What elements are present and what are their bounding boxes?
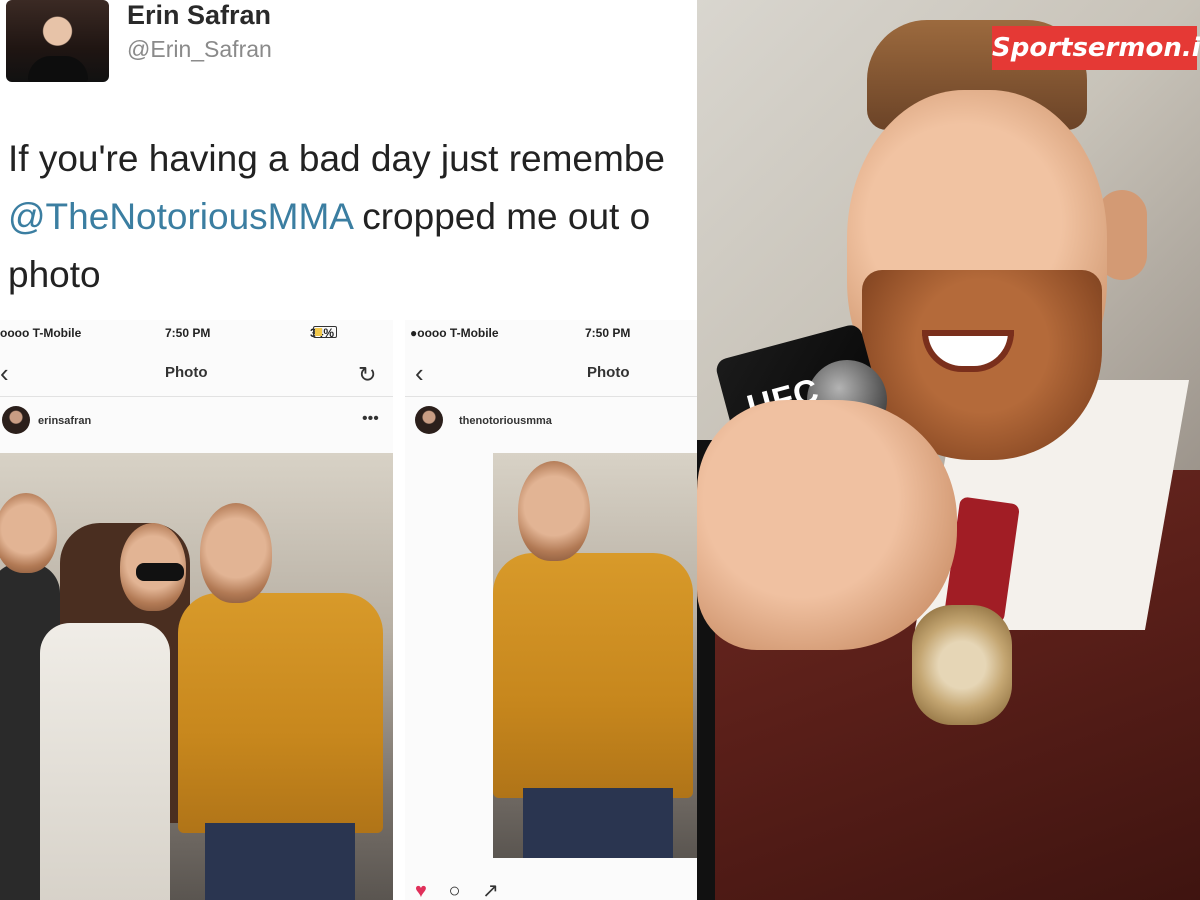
- post-actions: ♥ ○ ↗: [415, 878, 515, 900]
- post-photo[interactable]: [493, 453, 697, 858]
- tweet-line-2-rest: cropped me out o: [351, 196, 651, 237]
- wristwatch: [912, 605, 1012, 725]
- tweet-line-3: photo: [8, 254, 101, 295]
- share-icon[interactable]: ↗: [482, 880, 499, 900]
- man-sweater: [493, 553, 693, 798]
- man-jeans: [205, 823, 355, 900]
- nav-title: Photo: [587, 364, 630, 381]
- nav-title: Photo: [165, 364, 208, 381]
- tweet-panel: Erin Safran @Erin_Safran If you're havin…: [0, 0, 697, 900]
- post-header: erinsafran •••: [0, 402, 393, 448]
- nav-bar: ‹ Photo ↻: [0, 352, 393, 397]
- watermark: Sportsermon.in: [992, 26, 1200, 70]
- back-chevron-icon[interactable]: ‹: [0, 358, 9, 389]
- sunglasses: [136, 563, 184, 581]
- username-label[interactable]: thenotoriousmma: [459, 415, 552, 427]
- clock-label: 7:50 PM: [165, 326, 211, 340]
- man-head: [200, 503, 272, 603]
- author-name[interactable]: Erin Safran: [127, 0, 271, 31]
- person-woman: [40, 623, 170, 900]
- user-avatar[interactable]: [415, 406, 443, 434]
- man-sweater: [178, 593, 383, 833]
- tweet-line-1: If you're having a bad day just remembe: [8, 138, 665, 179]
- more-icon[interactable]: •••: [362, 410, 379, 428]
- hand: [697, 400, 957, 650]
- carrier-label: ●oooo T-Mobile: [410, 326, 499, 340]
- user-avatar[interactable]: [2, 406, 30, 434]
- refresh-icon[interactable]: ↻: [358, 362, 376, 388]
- clock-label: 7:50 PM: [585, 326, 631, 340]
- nav-bar: ‹ Photo: [405, 352, 697, 397]
- battery-icon: [313, 326, 337, 338]
- status-bar: oooo T-Mobile 7:50 PM 34%: [0, 326, 393, 348]
- status-bar: ●oooo T-Mobile 7:50 PM: [405, 326, 697, 348]
- tweet-line-2: @TheNotoriousMMA cropped me out o: [8, 188, 697, 246]
- instagram-screenshot-original: oooo T-Mobile 7:50 PM 34% ‹ Photo ↻ erin…: [0, 320, 393, 900]
- boy-head: [0, 493, 57, 573]
- author-avatar[interactable]: [6, 0, 109, 82]
- post-header: thenotoriousmma: [405, 402, 697, 448]
- username-label[interactable]: erinsafran: [38, 415, 91, 427]
- post-photo[interactable]: [0, 453, 393, 900]
- author-handle[interactable]: @Erin_Safran: [127, 36, 272, 63]
- carrier-label: oooo T-Mobile: [0, 326, 82, 340]
- instagram-screenshot-cropped: ●oooo T-Mobile 7:50 PM ‹ Photo thenotori…: [405, 320, 697, 900]
- heart-icon[interactable]: ♥: [415, 880, 427, 900]
- comment-icon[interactable]: ○: [448, 880, 460, 900]
- tweet-text: If you're having a bad day just remembe …: [8, 130, 697, 304]
- man-head: [518, 461, 590, 561]
- back-chevron-icon[interactable]: ‹: [415, 358, 424, 389]
- press-photo: UFC Sportsermon.in: [697, 0, 1200, 900]
- mention-link[interactable]: @TheNotoriousMMA: [8, 196, 352, 237]
- man-jeans: [523, 788, 673, 858]
